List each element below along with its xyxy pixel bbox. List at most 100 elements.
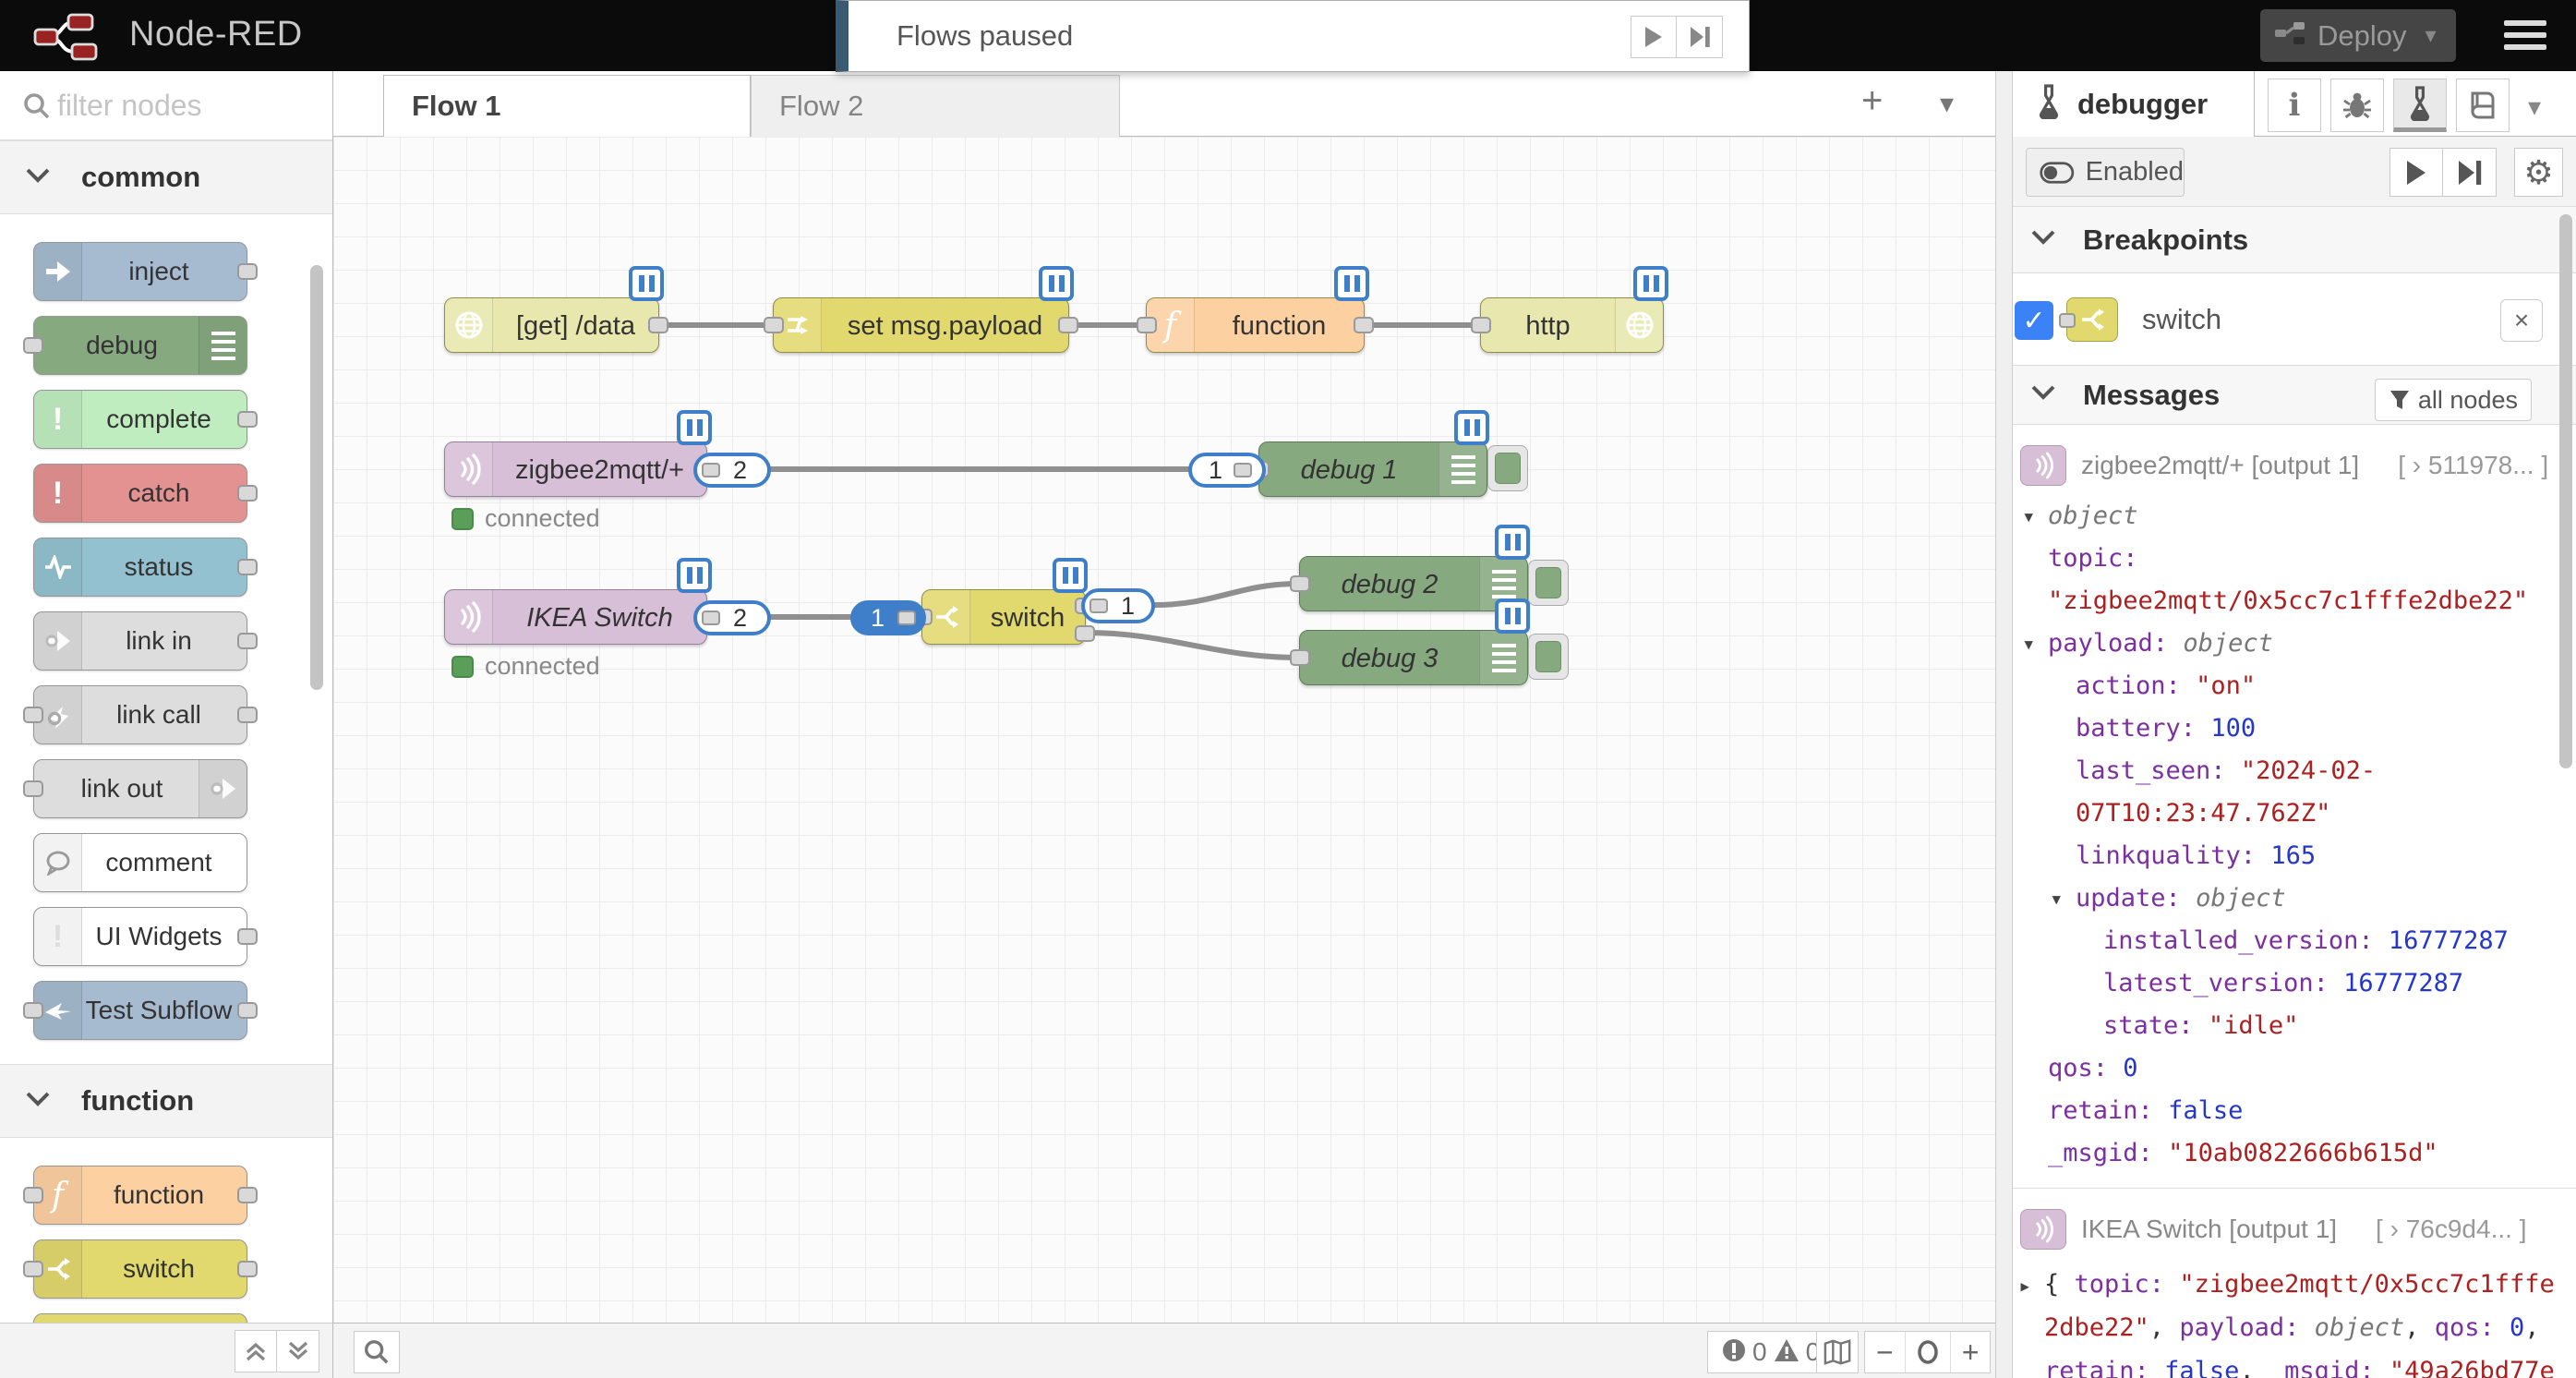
zoom-out-button[interactable]: − (1865, 1332, 1905, 1372)
pause-badge-icon[interactable] (1039, 266, 1074, 301)
debug-toggle-button[interactable] (1528, 634, 1569, 680)
add-flow-button[interactable]: + (1861, 80, 1883, 122)
sidebar-resize-handle[interactable] (1995, 71, 2013, 1378)
queue-count-badge[interactable]: 1 (1188, 453, 1266, 488)
collapse-all-button[interactable] (235, 1330, 277, 1372)
pause-badge-icon[interactable] (1334, 266, 1369, 301)
deploy-button[interactable]: Deploy ▾ (2260, 9, 2456, 62)
port[interactable] (1075, 625, 1095, 642)
tab-debugger[interactable]: debugger (2013, 71, 2255, 137)
canvas-search-button[interactable] (354, 1331, 400, 1373)
port[interactable] (237, 411, 258, 428)
port[interactable] (648, 317, 668, 333)
node-debug-1[interactable]: debug 1 (1258, 441, 1487, 497)
palette-node-debug[interactable]: debug (33, 316, 247, 375)
step-button[interactable] (2443, 148, 2497, 197)
help-tab-button[interactable] (2456, 79, 2510, 132)
resume-flows-button[interactable] (1631, 16, 1677, 58)
node-change[interactable]: set msg.payload (773, 297, 1069, 353)
port[interactable] (23, 1187, 43, 1203)
step-flows-button[interactable] (1677, 16, 1723, 58)
debugger-enabled-toggle[interactable]: Enabled (2026, 148, 2185, 197)
port[interactable] (237, 263, 258, 280)
port[interactable] (1290, 649, 1310, 666)
palette-node-comment[interactable]: comment (33, 833, 247, 892)
port[interactable] (1290, 575, 1310, 592)
queue-count-badge[interactable]: 2 (693, 600, 771, 635)
port[interactable] (23, 707, 43, 723)
port[interactable] (237, 633, 258, 649)
sidebar-menu-caret-icon[interactable]: ▾ (2528, 91, 2541, 122)
palette-node-inject[interactable]: inject (33, 242, 247, 301)
pause-badge-icon[interactable] (629, 266, 664, 301)
node-function[interactable]: f function (1146, 297, 1365, 353)
port[interactable] (1058, 317, 1078, 333)
message-json[interactable]: ▸{ topic: "zigbee2mqtt/0x5cc7c1fffe2dbe2… (2020, 1263, 2563, 1378)
tab-flow-2[interactable]: Flow 2 (751, 75, 1120, 137)
active-breakpoint-badge[interactable]: 1 (850, 600, 926, 635)
palette-node-ui-widgets[interactable]: ! UI Widgets (33, 907, 247, 966)
filter-nodes-input[interactable] (57, 84, 316, 127)
port[interactable] (237, 928, 258, 945)
port[interactable] (237, 559, 258, 575)
port[interactable] (23, 780, 43, 797)
deploy-caret-icon[interactable]: ▾ (2426, 22, 2437, 49)
palette-node-link-in[interactable]: link in (33, 611, 247, 671)
debug-toggle-button[interactable] (1487, 445, 1528, 491)
info-tab-button[interactable]: i (2268, 79, 2321, 132)
palette-category-function[interactable]: function (0, 1064, 332, 1138)
node-switch[interactable]: switch (921, 589, 1086, 645)
port[interactable] (23, 337, 43, 354)
palette-node-status[interactable]: status (33, 538, 247, 597)
breakpoints-section-header[interactable]: Breakpoints (2013, 207, 2576, 273)
main-menu-button[interactable] (2504, 20, 2546, 56)
navigator-button[interactable] (1816, 1331, 1859, 1373)
node-debug-3[interactable]: debug 3 (1299, 630, 1528, 685)
palette-node-catch[interactable]: ! catch (33, 464, 247, 523)
node-debug-2[interactable]: debug 2 (1299, 556, 1528, 611)
message-ref[interactable]: [ › 76c9d4... ] (2376, 1215, 2526, 1244)
port[interactable] (23, 1261, 43, 1277)
message-ref[interactable]: [ › 511978... ] (2398, 451, 2548, 480)
messages-section-header[interactable]: Messages all nodes (2013, 366, 2576, 425)
port[interactable] (237, 1002, 258, 1019)
palette-node-test-subflow[interactable]: Test Subflow (33, 981, 247, 1040)
port[interactable] (23, 1002, 43, 1019)
node-http-in[interactable]: [get] /data (444, 297, 659, 353)
palette-node-complete[interactable]: ! complete (33, 390, 247, 449)
remove-breakpoint-button[interactable]: × (2500, 299, 2543, 342)
port[interactable] (1354, 317, 1374, 333)
queue-count-badge[interactable]: 1 (1081, 588, 1155, 623)
node-mqtt-ikea[interactable]: IKEA Switch (444, 589, 707, 645)
pause-badge-icon[interactable] (677, 410, 712, 445)
pause-badge-icon[interactable] (1053, 558, 1088, 593)
palette-node-link-call[interactable]: link call (33, 685, 247, 744)
resume-button[interactable] (2389, 148, 2443, 197)
port[interactable] (237, 1187, 258, 1203)
zoom-in-button[interactable]: + (1950, 1332, 1991, 1372)
flow-list-caret-icon[interactable]: ▾ (1940, 88, 1954, 120)
debugger-settings-button[interactable]: ⚙ (2514, 148, 2563, 197)
message-filter-button[interactable]: all nodes (2375, 379, 2532, 421)
tab-flow-1[interactable]: Flow 1 (383, 75, 751, 137)
palette-node-link-out[interactable]: link out (33, 759, 247, 818)
flow-canvas[interactable]: [get] /data set msg.payload f function (333, 137, 1995, 1323)
debugger-tab-button[interactable] (2393, 79, 2447, 132)
port[interactable] (764, 317, 784, 333)
palette-scrollbar[interactable] (310, 265, 323, 690)
palette-node-switch[interactable]: switch (33, 1239, 247, 1299)
pause-badge-icon[interactable] (677, 558, 712, 593)
sidebar-scrollbar[interactable] (2559, 214, 2572, 768)
port[interactable] (237, 707, 258, 723)
expand-all-button[interactable] (277, 1330, 319, 1372)
port[interactable] (1471, 317, 1491, 333)
pause-badge-icon[interactable] (1633, 266, 1668, 301)
port[interactable] (237, 485, 258, 502)
debug-toggle-button[interactable] (1528, 560, 1569, 606)
bug-tab-button[interactable] (2330, 79, 2384, 132)
pause-badge-icon[interactable] (1495, 525, 1530, 560)
queue-count-badge[interactable]: 2 (693, 453, 771, 488)
debug-message[interactable]: IKEA Switch [output 1] [ › 76c9d4... ] ▸… (2013, 1189, 2576, 1378)
palette-node-function[interactable]: f function (33, 1166, 247, 1225)
zoom-reset-button[interactable] (1905, 1332, 1950, 1372)
